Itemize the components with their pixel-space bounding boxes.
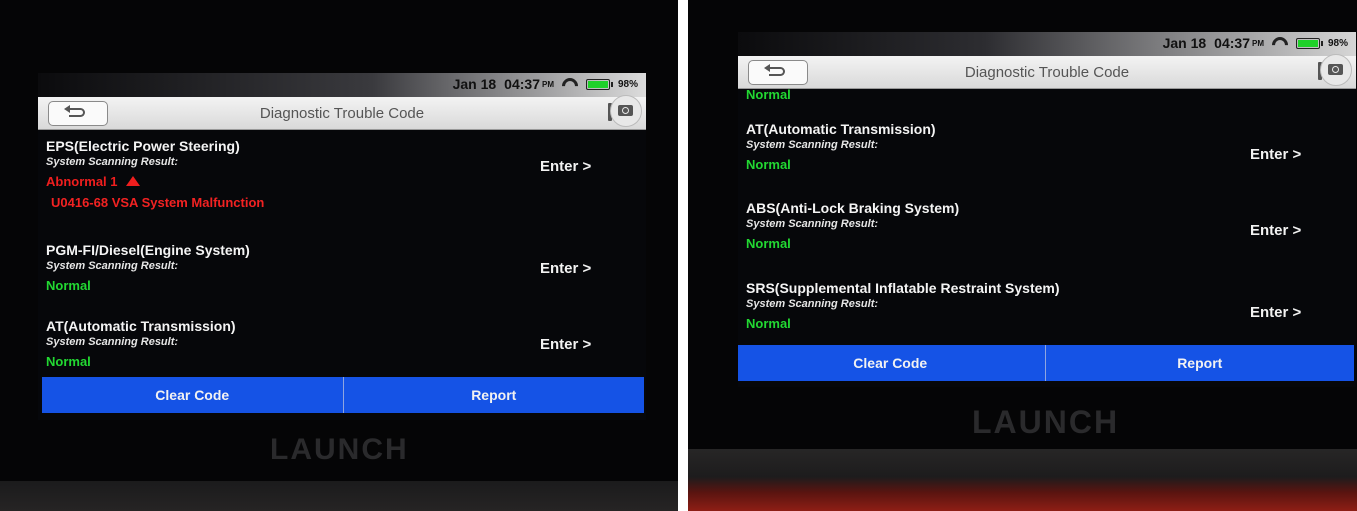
device-brand: LAUNCH xyxy=(972,404,1120,440)
system-status: Normal xyxy=(46,354,91,369)
surface xyxy=(688,449,1357,511)
clear-code-button[interactable]: Clear Code xyxy=(42,377,344,413)
action-bar: Clear Code Report xyxy=(738,345,1354,381)
device-brand: LAUNCH xyxy=(270,433,409,466)
report-button[interactable]: Report xyxy=(1046,345,1355,381)
warning-triangle-icon xyxy=(125,176,140,186)
page-title: Diagnostic Trouble Code xyxy=(964,64,1130,81)
enter-button[interactable]: Enter > xyxy=(1250,222,1301,239)
fault-code[interactable]: U0416-68 VSA System Malfunction xyxy=(51,195,646,210)
list-item: AT(Automatic Transmission) System Scanni… xyxy=(46,318,646,369)
clear-code-button[interactable]: Clear Code xyxy=(738,345,1046,381)
status-text: Abnormal 1 xyxy=(46,174,118,189)
screenshot-button[interactable] xyxy=(610,95,642,127)
wifi-icon xyxy=(562,78,578,90)
report-button[interactable]: Report xyxy=(344,377,645,413)
battery-percent: 98% xyxy=(617,78,638,90)
left-photo: LAUNCH Jan 18 04:37 PM 98% Diagnostic Tr… xyxy=(0,0,678,511)
list-item-partial: Normal xyxy=(746,87,1356,102)
status-time: 04:37 xyxy=(1214,35,1250,51)
list-item: AT(Automatic Transmission) System Scanni… xyxy=(746,121,1356,172)
device-screen-right: Jan 18 04:37 PM 98% Diagnostic Trouble C… xyxy=(738,32,1356,387)
wifi-icon xyxy=(1272,37,1288,49)
status-time: 04:37 xyxy=(504,76,540,92)
camera-icon xyxy=(1328,64,1343,75)
list-item: ABS(Anti-Lock Braking System) System Sca… xyxy=(746,200,1356,251)
battery-percent: 98% xyxy=(1327,37,1348,49)
status-ampm: PM xyxy=(541,79,554,89)
list-item: PGM-FI/Diesel(Engine System) System Scan… xyxy=(46,242,646,293)
title-bar: Diagnostic Trouble Code xyxy=(738,54,1356,89)
status-bar: Jan 18 04:37 PM 98% xyxy=(38,73,646,97)
device-screen: Jan 18 04:37 PM 98% Diagnostic Trouble C… xyxy=(38,73,646,420)
battery-icon xyxy=(1295,37,1323,49)
camera-icon xyxy=(618,105,633,116)
system-status: Abnormal 1 xyxy=(46,174,646,189)
title-bar: Diagnostic Trouble Code xyxy=(38,95,646,130)
enter-button[interactable]: Enter > xyxy=(540,260,591,277)
status-date: Jan 18 xyxy=(1162,35,1207,51)
status-date: Jan 18 xyxy=(452,76,497,92)
enter-button[interactable]: Enter > xyxy=(540,336,591,353)
system-name: AT(Automatic Transmission) xyxy=(46,318,236,334)
status-ampm: PM xyxy=(1251,38,1264,48)
page-title: Diagnostic Trouble Code xyxy=(259,105,425,122)
system-status: Normal xyxy=(746,87,791,102)
enter-button[interactable]: Enter > xyxy=(1250,304,1301,321)
action-bar: Clear Code Report xyxy=(42,377,644,413)
system-name: ABS(Anti-Lock Braking System) xyxy=(746,200,960,216)
surface xyxy=(0,481,678,511)
list-item: SRS(Supplemental Inflatable Restraint Sy… xyxy=(746,280,1356,331)
enter-button[interactable]: Enter > xyxy=(1250,146,1301,163)
system-status: Normal xyxy=(46,278,91,293)
system-name: EPS(Electric Power Steering) xyxy=(46,138,240,154)
system-name: AT(Automatic Transmission) xyxy=(746,121,936,137)
status-bar: Jan 18 04:37 PM 98% xyxy=(738,32,1356,56)
system-name: SRS(Supplemental Inflatable Restraint Sy… xyxy=(746,280,1060,296)
enter-button[interactable]: Enter > xyxy=(540,158,591,175)
battery-icon xyxy=(585,78,613,90)
list-item: EPS(Electric Power Steering) System Scan… xyxy=(46,138,646,210)
system-name: PGM-FI/Diesel(Engine System) xyxy=(46,242,250,258)
screenshot-button[interactable] xyxy=(1320,54,1352,86)
